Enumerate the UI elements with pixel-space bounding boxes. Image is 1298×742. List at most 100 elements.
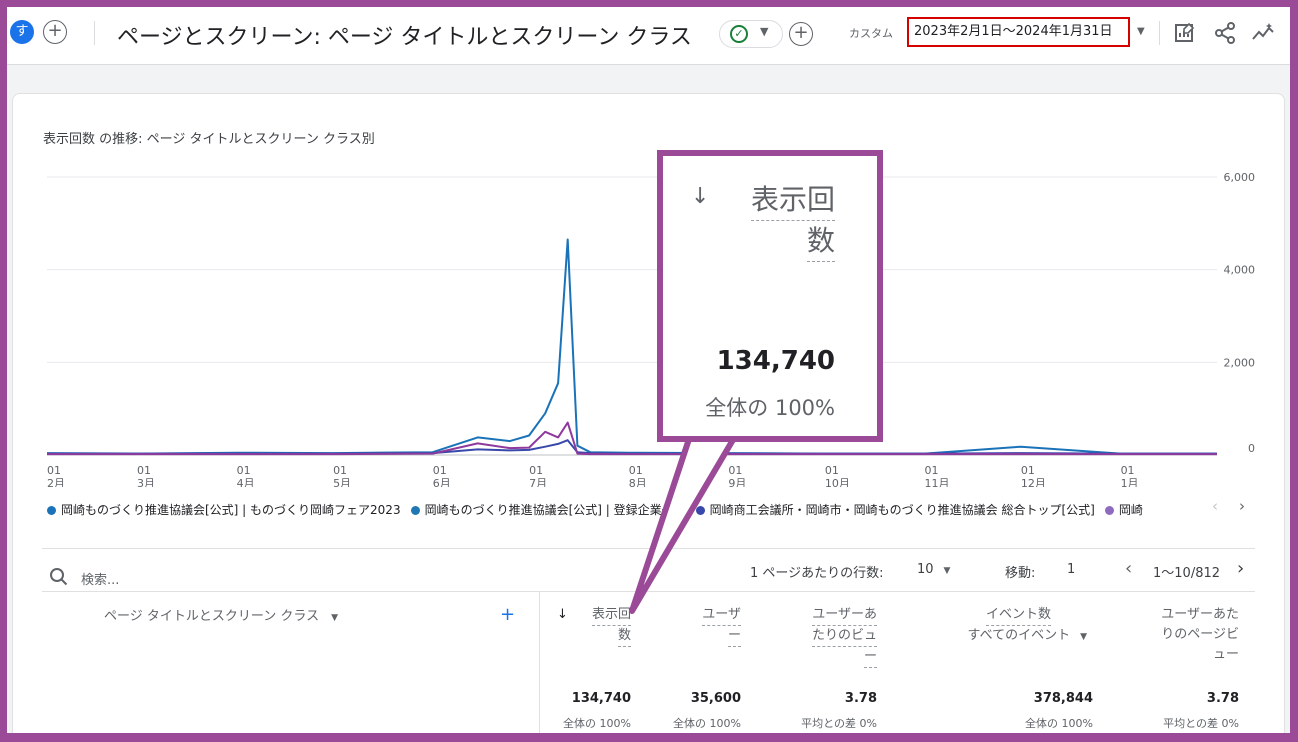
column-header-views-per-user[interactable]: ユーザーあ たりのビュ ー bbox=[767, 605, 877, 668]
total-users: 35,600 bbox=[690, 691, 741, 706]
add-icon: + bbox=[47, 20, 63, 41]
callout-value: 134,740 bbox=[716, 346, 835, 376]
y-tick-label: 0 bbox=[1248, 442, 1255, 455]
insights-icon[interactable] bbox=[1251, 21, 1275, 45]
header-line: ユーザ bbox=[702, 605, 741, 626]
legend-dot-icon bbox=[410, 506, 420, 515]
legend-label: 岡崎 bbox=[1118, 503, 1143, 517]
header-line: ュー bbox=[1212, 647, 1239, 662]
rows-per-page-select[interactable]: 10 ▼ bbox=[917, 562, 950, 577]
total-views: 134,740 bbox=[571, 691, 631, 706]
column-header-users[interactable]: ユーザ ー bbox=[657, 605, 741, 647]
user-avatar[interactable]: す bbox=[10, 20, 34, 44]
dimension-header[interactable]: ページ タイトルとスクリーン クラス ▼ bbox=[104, 607, 338, 628]
x-tick-month: 5月 bbox=[333, 477, 351, 487]
line-chart: 6,0004,0002,0000 012月013月014月015月016月017… bbox=[46, 171, 1256, 487]
legend-dot-icon bbox=[47, 506, 56, 515]
x-tick-day: 01 bbox=[237, 464, 251, 477]
status-dropdown[interactable]: ✓ ▼ bbox=[719, 20, 783, 48]
header-line: りのページビ bbox=[1161, 627, 1239, 642]
callout-header-line: 表示回 bbox=[750, 180, 835, 221]
add-dimension-button[interactable]: + bbox=[500, 605, 515, 625]
caret-down-icon: ▼ bbox=[943, 566, 951, 576]
legend-item[interactable]: 岡崎ものづくり推進協議会[公式] | ものづくり岡崎フェア2023 bbox=[47, 503, 401, 517]
legend-item[interactable]: 岡崎ものづくり推進協議会[公式] | 登録企業一覧 bbox=[410, 503, 686, 517]
pageviews-per-user-diff: 平均との差 0% bbox=[1163, 717, 1239, 730]
x-tick-month: 6月 bbox=[433, 477, 451, 487]
share-icon[interactable] bbox=[1213, 21, 1237, 45]
date-caret-icon[interactable]: ▼ bbox=[1137, 26, 1145, 37]
header-line: たりのビュ bbox=[811, 626, 877, 647]
callout-header-line: 数 bbox=[806, 221, 835, 262]
add-comparison-button[interactable]: + bbox=[43, 20, 67, 44]
sort-arrow-icon: ↓ bbox=[691, 184, 710, 209]
x-tick-month: 10月 bbox=[825, 477, 850, 487]
header-line: ー bbox=[727, 626, 741, 647]
column-divider bbox=[539, 591, 540, 733]
legend-label: 岡崎ものづくり推進協議会[公式] | ものづくり岡崎フェア2023 bbox=[61, 503, 401, 517]
date-range-picker[interactable]: 2023年2月1日～2024年1月31日 bbox=[907, 17, 1130, 47]
header-line: 数 bbox=[617, 626, 631, 647]
event-filter-dropdown[interactable]: すべてのイベント ▼ bbox=[968, 626, 1088, 647]
next-page-icon[interactable]: › bbox=[1237, 558, 1244, 579]
legend-next-icon[interactable]: › bbox=[1239, 497, 1245, 515]
x-tick-month: 3月 bbox=[137, 477, 155, 487]
column-header-event-count[interactable]: イベント数 すべてのイベント ▼ bbox=[917, 605, 1088, 647]
legend-item[interactable]: 岡崎 bbox=[1104, 503, 1143, 517]
goto-label: 移動: bbox=[1005, 566, 1036, 581]
x-tick-day: 01 bbox=[47, 464, 61, 477]
legend-dot-icon bbox=[695, 506, 705, 515]
y-tick-label: 6,000 bbox=[1224, 171, 1256, 184]
caret-down-icon: ▼ bbox=[331, 613, 339, 623]
x-tick-month: 4月 bbox=[237, 477, 255, 487]
x-tick-day: 01 bbox=[629, 464, 643, 477]
add-filter-button[interactable]: + bbox=[789, 22, 813, 46]
legend-label: 岡崎商工会議所・岡崎市・岡崎ものづくり推進協議会 総合トップ[公式] bbox=[709, 503, 1095, 517]
date-preset-label: カスタム bbox=[849, 27, 893, 40]
y-tick-label: 4,000 bbox=[1224, 264, 1256, 277]
goto-input[interactable]: 1 bbox=[1067, 562, 1075, 577]
x-tick-month: 9月 bbox=[728, 477, 746, 487]
column-header-views[interactable]: 表示回 数 bbox=[567, 605, 631, 647]
header-divider bbox=[94, 21, 95, 45]
pagination-text: 1〜10/812 bbox=[1153, 566, 1221, 581]
header-line: 表示回 bbox=[591, 605, 631, 626]
total-users-share: 全体の 100% bbox=[673, 717, 741, 730]
x-tick-day: 01 bbox=[433, 464, 447, 477]
x-tick-month: 1月 bbox=[1121, 477, 1139, 487]
caret-down-icon: ▼ bbox=[760, 25, 769, 38]
app-window: す + ページとスクリーン: ページ タイトルとスクリーン クラス ✓ ▼ + … bbox=[7, 7, 1290, 733]
callout-header: 表示回 数 bbox=[750, 180, 835, 262]
event-filter-label: すべてのイベント bbox=[967, 628, 1071, 643]
legend-prev-icon[interactable]: ‹ bbox=[1212, 497, 1218, 515]
prev-page-icon[interactable]: ‹ bbox=[1125, 558, 1132, 579]
column-header-pageviews-per-user[interactable]: ユーザーあた りのページビ ュー bbox=[1137, 605, 1239, 665]
y-tick-label: 2,000 bbox=[1224, 356, 1256, 369]
edit-report-icon[interactable] bbox=[1173, 21, 1197, 45]
legend-item[interactable]: 岡崎商工会議所・岡崎市・岡崎ものづくり推進協議会 総合トップ[公式] bbox=[695, 503, 1095, 517]
x-tick-month: 7月 bbox=[529, 477, 547, 487]
x-tick-day: 01 bbox=[137, 464, 151, 477]
caret-down-icon: ▼ bbox=[1080, 632, 1087, 642]
x-tick-day: 01 bbox=[1121, 464, 1135, 477]
table-search[interactable]: 検索... bbox=[49, 565, 349, 589]
search-icon bbox=[50, 568, 68, 586]
x-tick-month: 12月 bbox=[1021, 477, 1046, 487]
report-header: す + ページとスクリーン: ページ タイトルとスクリーン クラス ✓ ▼ + … bbox=[7, 7, 1290, 65]
x-tick-day: 01 bbox=[728, 464, 742, 477]
callout-percent: 全体の 100% bbox=[705, 396, 835, 420]
check-icon: ✓ bbox=[730, 25, 748, 43]
header-line: ー bbox=[863, 647, 877, 668]
x-tick-day: 01 bbox=[825, 464, 839, 477]
add-icon: + bbox=[793, 22, 809, 43]
dimension-header-label: ページ タイトルとスクリーン クラス bbox=[104, 609, 320, 624]
chart-legend: 岡崎ものづくり推進協議会[公式] | ものづくり岡崎フェア2023 岡崎ものづくり… bbox=[47, 501, 1217, 518]
header-line: ユーザーあ bbox=[812, 605, 877, 626]
divider bbox=[42, 548, 1255, 549]
header-line: ユーザーあた bbox=[1161, 607, 1239, 622]
legend-label: 岡崎ものづくり推進協議会[公式] | 登録企業一覧 bbox=[424, 503, 686, 517]
search-input[interactable]: 検索... bbox=[81, 569, 119, 588]
chart-title: 表示回数 の推移: ページ タイトルとスクリーン クラス別 bbox=[43, 132, 375, 147]
divider bbox=[42, 591, 1255, 592]
x-tick-month: 8月 bbox=[629, 477, 647, 487]
